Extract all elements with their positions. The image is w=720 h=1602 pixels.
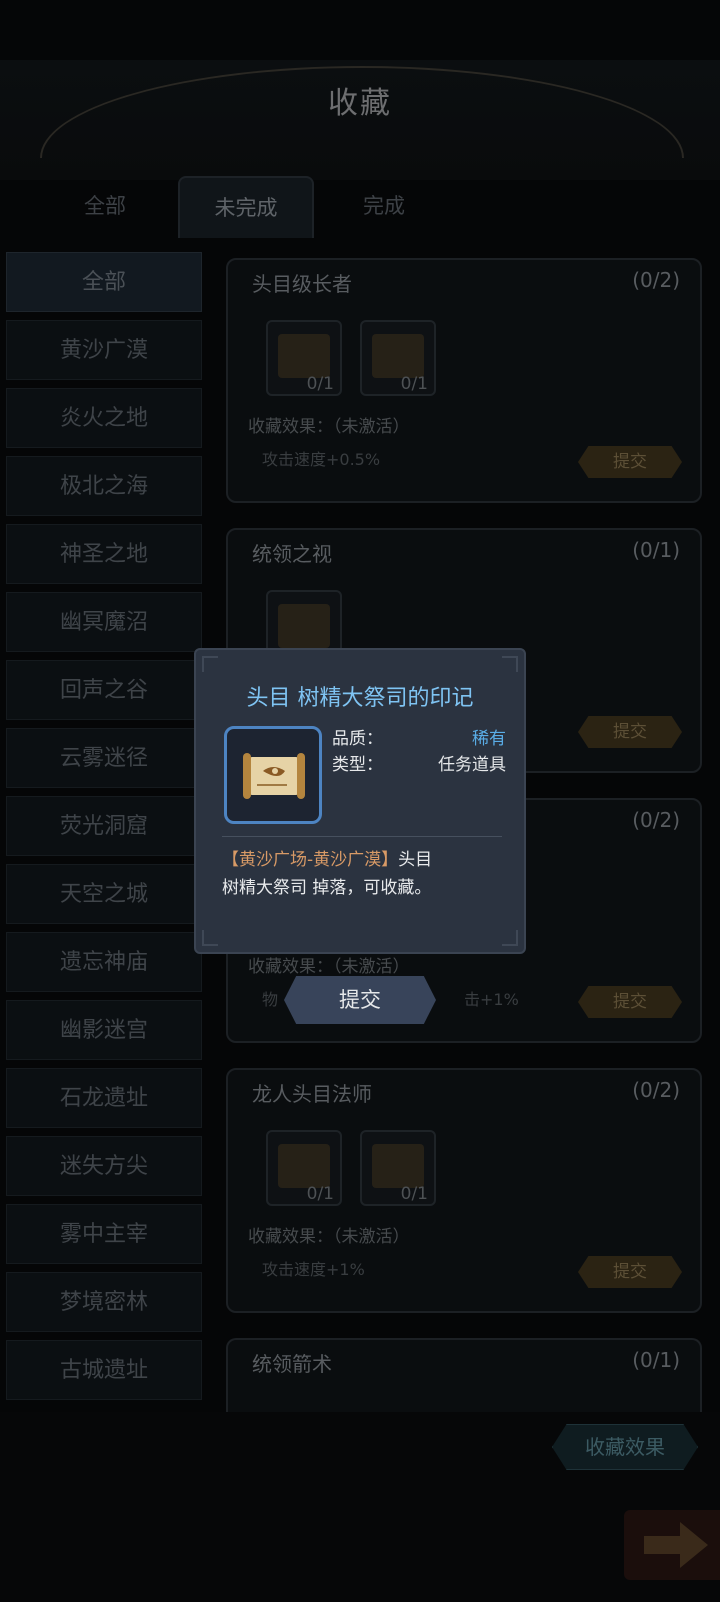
submit-button[interactable]: 提交 (578, 716, 682, 748)
item-tooltip: 头目 树精大祭司的印记 品质： 稀有 类型： 任务道具 【黄沙广场-黄沙广漠】头… (194, 648, 526, 954)
sidebar-item-yiwang[interactable]: 遗忘神庙 (6, 932, 202, 992)
next-button[interactable] (624, 1510, 720, 1580)
item-slot[interactable]: 0/1 (360, 1130, 436, 1206)
tab-incomplete[interactable]: 未完成 (178, 176, 314, 238)
item-slot[interactable]: 0/1 (266, 320, 342, 396)
scroll-icon (278, 604, 330, 648)
submit-button[interactable]: 提交 (578, 986, 682, 1018)
description-line1: 头目 (398, 850, 433, 870)
card-title: 统领之视 (252, 542, 332, 566)
collection-card: 统领箭术 (0/1) (226, 1338, 702, 1412)
slot-qty: 0/1 (400, 1184, 428, 1204)
collection-card: 龙人头目法师 (0/2) 0/1 0/1 收藏效果：（未激活） 攻击速度+1% … (226, 1068, 702, 1313)
page-title: 收藏 (328, 86, 392, 121)
arrow-right-icon (644, 1522, 708, 1568)
sidebar-item-huangsha[interactable]: 黄沙广漠 (6, 320, 202, 380)
type-label: 类型： (332, 755, 383, 775)
item-icon-frame (224, 726, 322, 824)
card-count: (0/2) (632, 268, 680, 292)
card-count: (0/1) (632, 538, 680, 562)
effect-value: 攻击速度+1% (262, 1260, 365, 1279)
effect-value: 攻击速度+0.5% (262, 450, 381, 469)
sidebar-item-mengjing[interactable]: 梦境密林 (6, 1272, 202, 1332)
card-title: 龙人头目法师 (252, 1082, 372, 1106)
item-description: 【黄沙广场-黄沙广漠】头目 树精大祭司 掉落，可收藏。 (222, 846, 502, 902)
effect-value-tail: 击+1% (464, 990, 519, 1009)
card-count: (0/2) (632, 1078, 680, 1102)
description-line2: 树精大祭司 掉落，可收藏。 (222, 878, 432, 898)
effect-label: 收藏效果：（未激活） (248, 957, 410, 977)
quality-value: 稀有 (472, 729, 506, 749)
collection-effect-button[interactable]: 收藏效果 (552, 1424, 698, 1470)
sidebar-item-youming[interactable]: 幽冥魔沼 (6, 592, 202, 652)
sidebar-item-yanhuo[interactable]: 炎火之地 (6, 388, 202, 448)
tooltip-submit-button[interactable]: 提交 (284, 976, 436, 1024)
divider (222, 836, 502, 837)
corner-ornament (502, 656, 518, 672)
sidebar-item-all[interactable]: 全部 (6, 252, 202, 312)
scroll-icon (278, 1144, 330, 1188)
corner-ornament (202, 930, 218, 946)
source-location: 【黄沙广场-黄沙广漠】 (222, 850, 399, 870)
effect-label: 收藏效果：（未激活） (248, 417, 410, 437)
sidebar-item-shilong[interactable]: 石龙遗址 (6, 1068, 202, 1128)
tab-complete[interactable]: 完成 (318, 176, 450, 236)
scroll-icon (372, 1144, 424, 1188)
sidebar-item-yingguang[interactable]: 荧光洞窟 (6, 796, 202, 856)
submit-button[interactable]: 提交 (578, 1256, 682, 1288)
quality-label: 品质： (332, 729, 383, 749)
effect-value: 物 (262, 990, 279, 1009)
slot-qty: 0/1 (306, 1184, 334, 1204)
card-count: (0/1) (632, 1348, 680, 1372)
sidebar-item-wuzhong[interactable]: 雾中主宰 (6, 1204, 202, 1264)
collection-card: 头目级长者 (0/2) 0/1 0/1 收藏效果：（未激活） 攻击速度+0.5%… (226, 258, 702, 503)
slot-qty: 0/1 (306, 374, 334, 394)
tab-all[interactable]: 全部 (40, 176, 170, 236)
item-slot[interactable]: 0/1 (266, 1130, 342, 1206)
region-sidebar[interactable]: 全部 黄沙广漠 炎火之地 极北之海 神圣之地 幽冥魔沼 回声之谷 云雾迷径 荧光… (6, 252, 204, 1412)
sidebar-item-shensheng[interactable]: 神圣之地 (6, 524, 202, 584)
scroll-icon (243, 753, 305, 799)
sidebar-item-gucheng[interactable]: 古城遗址 (6, 1340, 202, 1400)
corner-ornament (502, 930, 518, 946)
scroll-icon (372, 334, 424, 378)
sidebar-item-yunwu[interactable]: 云雾迷径 (6, 728, 202, 788)
sidebar-item-mishi[interactable]: 迷失方尖 (6, 1136, 202, 1196)
card-title: 头目级长者 (252, 272, 352, 296)
submit-button[interactable]: 提交 (578, 446, 682, 478)
slot-qty: 0/1 (400, 374, 428, 394)
scroll-icon (278, 334, 330, 378)
tooltip-title: 头目 树精大祭司的印记 (246, 686, 474, 711)
card-title: 统领箭术 (252, 1352, 332, 1376)
corner-ornament (202, 656, 218, 672)
sidebar-item-jibei[interactable]: 极北之海 (6, 456, 202, 516)
card-count: (0/2) (632, 808, 680, 832)
effect-label: 收藏效果：（未激活） (248, 1227, 410, 1247)
sidebar-item-huisheng[interactable]: 回声之谷 (6, 660, 202, 720)
item-slot[interactable]: 0/1 (360, 320, 436, 396)
sidebar-item-youying[interactable]: 幽影迷宫 (6, 1000, 202, 1060)
sidebar-item-tiankong[interactable]: 天空之城 (6, 864, 202, 924)
type-value: 任务道具 (438, 755, 506, 775)
